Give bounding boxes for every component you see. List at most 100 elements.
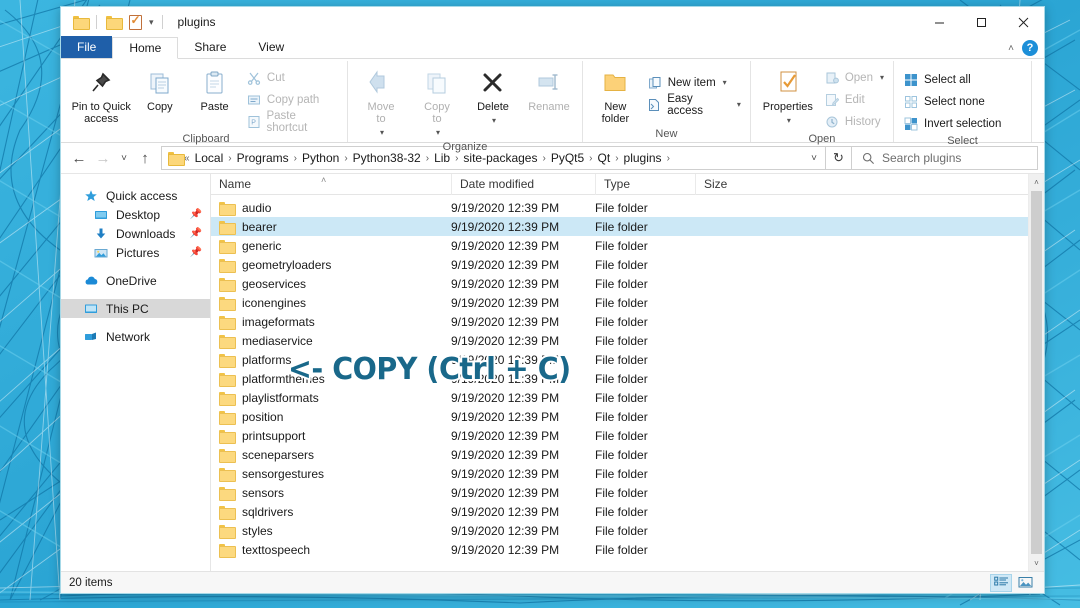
tab-share[interactable]: Share: [178, 36, 242, 58]
select-all-button[interactable]: Select all: [900, 70, 1025, 89]
download-icon: [93, 226, 109, 242]
column-header-type[interactable]: Type: [595, 173, 695, 195]
qat-properties-icon[interactable]: [124, 11, 146, 33]
details-view-icon[interactable]: [990, 573, 1012, 592]
file-name-cell: playlistformats: [211, 391, 451, 406]
breadcrumb-item-qt[interactable]: Qt: [594, 151, 615, 165]
search-input[interactable]: Search plugins: [882, 151, 961, 165]
column-header-name[interactable]: Name ˄: [211, 174, 451, 195]
refresh-button[interactable]: ↻: [826, 146, 852, 170]
scroll-down-button[interactable]: ˅: [1029, 555, 1045, 571]
copy-path-button[interactable]: Copy path: [243, 90, 341, 109]
sidebar-item-this-pc[interactable]: This PC: [61, 299, 210, 318]
sidebar-item-quick-access[interactable]: Quick access: [61, 186, 210, 205]
breadcrumb-item-plugins[interactable]: plugins: [620, 151, 666, 165]
table-row[interactable]: imageformats 9/19/2020 12:39 PM File folde…: [211, 312, 1028, 331]
table-row[interactable]: styles 9/19/2020 12:39 PM File folder: [211, 521, 1028, 540]
breadcrumb-dropdown-chevron-down-icon[interactable]: ˅: [805, 153, 823, 164]
recent-locations-button[interactable]: ˅: [115, 146, 133, 170]
file-date-cell: 9/19/2020 12:39 PM: [451, 257, 560, 272]
breadcrumb-item-python[interactable]: Python: [298, 151, 343, 165]
table-row[interactable]: sensors 9/19/2020 12:39 PM File folder: [211, 483, 1028, 502]
tab-file[interactable]: File: [61, 36, 113, 58]
rename-button[interactable]: Rename: [522, 64, 576, 113]
file-name-label: bearer: [242, 219, 277, 234]
new-item-button[interactable]: New item ▾: [644, 73, 744, 92]
easy-access-icon: [647, 97, 663, 113]
vertical-scrollbar[interactable]: ˄ ˅: [1028, 174, 1044, 571]
large-icons-view-icon[interactable]: [1014, 574, 1036, 592]
scrollbar-thumb[interactable]: [1031, 191, 1042, 554]
properties-chevron-down-icon[interactable]: ▾: [787, 115, 791, 127]
delete-button[interactable]: Delete ▾: [466, 64, 520, 127]
column-header-date-modified[interactable]: Date modified: [451, 173, 595, 195]
column-header-size[interactable]: Size: [695, 173, 767, 195]
properties-button[interactable]: Properties ▾: [757, 64, 819, 127]
up-button[interactable]: ↑: [133, 146, 157, 170]
forward-button[interactable]: →: [91, 146, 115, 170]
table-row[interactable]: playlistformats 9/19/2020 12:39 PM File fo…: [211, 388, 1028, 407]
table-row[interactable]: audio 9/19/2020 12:39 PM File folder: [211, 198, 1028, 217]
pin-icon[interactable]: 📌: [190, 247, 202, 258]
close-button[interactable]: [1002, 7, 1044, 37]
new-folder-button[interactable]: New folder: [589, 64, 642, 125]
table-row[interactable]: sceneparsers 9/19/2020 12:39 PM File folde…: [211, 445, 1028, 464]
tab-home[interactable]: Home: [112, 37, 179, 59]
cut-label: Cut: [266, 71, 285, 84]
search-box[interactable]: Search plugins: [852, 146, 1038, 170]
breadcrumb-item-programs[interactable]: Programs: [233, 151, 293, 165]
easy-access-button[interactable]: Easy access ▾: [644, 93, 744, 117]
select-none-button[interactable]: Select none: [900, 92, 1025, 111]
cut-button[interactable]: Cut: [243, 68, 341, 87]
back-button[interactable]: ←: [67, 146, 91, 170]
sidebar-item-pictures[interactable]: Pictures 📌: [61, 243, 210, 262]
table-row[interactable]: position 9/19/2020 12:39 PM File folder: [211, 407, 1028, 426]
open-chevron-down-icon[interactable]: ▾: [880, 73, 884, 82]
paste-button[interactable]: Paste: [188, 64, 241, 113]
move-to-chevron-down-icon[interactable]: ▾: [380, 127, 384, 139]
table-row[interactable]: sensorgestures 9/19/2020 12:39 PM File fol…: [211, 464, 1028, 483]
invert-selection-button[interactable]: Invert selection: [900, 114, 1025, 133]
move-to-button[interactable]: Move to ▾: [354, 64, 408, 139]
minimize-button[interactable]: [918, 7, 960, 37]
table-row[interactable]: texttospeech 9/19/2020 12:39 PM File folde…: [211, 540, 1028, 559]
history-button[interactable]: History: [821, 112, 887, 131]
close-icon: [1018, 17, 1028, 27]
pin-icon[interactable]: 📌: [190, 228, 202, 239]
edit-button[interactable]: Edit: [821, 90, 887, 109]
collapse-ribbon-chevron-up-icon[interactable]: ˄: [1008, 43, 1014, 54]
maximize-button[interactable]: [960, 7, 1002, 37]
edit-icon: [824, 92, 840, 108]
delete-chevron-down-icon[interactable]: ▾: [492, 115, 496, 127]
sidebar-item-onedrive[interactable]: OneDrive: [61, 271, 210, 290]
table-row[interactable]: generic 9/19/2020 12:39 PM File folder: [211, 236, 1028, 255]
copy-to-button[interactable]: Copy to ▾: [410, 64, 464, 139]
pin-icon[interactable]: 📌: [190, 209, 202, 220]
table-row[interactable]: iconengines 9/19/2020 12:39 PM File folder: [211, 293, 1028, 312]
easy-access-chevron-down-icon[interactable]: ▾: [737, 100, 741, 109]
invert-selection-label: Invert selection: [924, 117, 1002, 130]
pin-to-quick-access-button[interactable]: Pin to Quick access: [71, 64, 132, 125]
table-row[interactable]: mediaservice 9/19/2020 12:39 PM File folde…: [211, 331, 1028, 350]
table-row[interactable]: printsupport 9/19/2020 12:39 PM File folde…: [211, 426, 1028, 445]
copy-to-chevron-down-icon[interactable]: ▾: [436, 127, 440, 139]
tab-view[interactable]: View: [242, 36, 300, 58]
new-folder-label: New folder: [601, 101, 630, 125]
copy-button[interactable]: Copy: [134, 64, 187, 113]
help-icon[interactable]: ?: [1022, 40, 1038, 56]
sidebar-item-downloads[interactable]: Downloads 📌: [61, 224, 210, 243]
table-row[interactable]: geoservices 9/19/2020 12:39 PM File folder: [211, 274, 1028, 293]
new-item-chevron-down-icon[interactable]: ▾: [723, 78, 727, 87]
table-row[interactable]: geometryloaders 9/19/2020 12:39 PM File fo…: [211, 255, 1028, 274]
qat-chevron-down-icon[interactable]: ▾: [146, 17, 157, 28]
paste-shortcut-label: Paste shortcut: [266, 109, 308, 134]
table-row[interactable]: bearer 9/19/2020 12:39 PM File folder: [211, 217, 1028, 236]
table-row[interactable]: sqldrivers 9/19/2020 12:39 PM File folder: [211, 502, 1028, 521]
sidebar-item-desktop[interactable]: Desktop 📌: [61, 205, 210, 224]
qat-new-folder-icon[interactable]: [102, 11, 124, 33]
scroll-up-button[interactable]: ˄: [1029, 174, 1045, 190]
sidebar-item-network[interactable]: Network: [61, 327, 210, 346]
open-button[interactable]: Open ▾: [821, 68, 887, 87]
paste-shortcut-button[interactable]: P Paste shortcut: [243, 109, 341, 134]
breadcrumb-item-local[interactable]: Local: [191, 151, 228, 165]
